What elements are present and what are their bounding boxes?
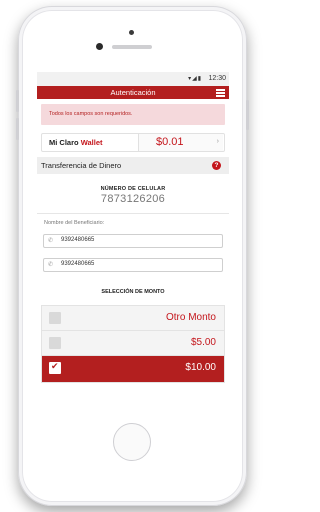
validation-alert: Todos los campos son requeridos. (41, 104, 225, 125)
checkbox[interactable] (49, 312, 61, 324)
amount-option-5[interactable]: $5.00 (42, 331, 224, 356)
header-title: Autenticación (110, 88, 156, 97)
amount-selection-label: SELECCIÓN DE MONTO (101, 289, 165, 295)
checkbox-checked[interactable] (49, 361, 61, 374)
amount-options: Otro Monto $5.00 $10.00 (41, 305, 225, 383)
amount-option-label: $10.00 (185, 362, 216, 373)
front-sensor (129, 30, 134, 35)
volume-down-button (16, 118, 19, 140)
phone-number-label: NÚMERO DE CELULAR (100, 186, 166, 192)
beneficiary-phone-value: 9392480665 (61, 237, 95, 243)
home-button[interactable] (113, 423, 151, 461)
wallet-label-prefix: Mi Claro (49, 138, 79, 147)
phone-icon: ✆ (48, 238, 54, 244)
front-camera (96, 43, 103, 50)
status-icons: ▾◢▮ (188, 76, 202, 82)
status-time: 12:30 (208, 75, 226, 82)
checkbox[interactable] (49, 337, 61, 349)
app-screen: ▾◢▮ 12:30 Autenticación Todos los campos… (37, 72, 229, 422)
balance-amount: $0.01 (156, 136, 184, 148)
help-icon[interactable]: ? (212, 161, 221, 170)
phone-icon: ✆ (48, 262, 54, 268)
divider (37, 213, 229, 214)
amount-option-label: Otro Monto (165, 312, 216, 323)
beneficiary-phone-confirm-value: 9392480665 (61, 261, 95, 267)
wallet-label-brand: Wallet (80, 138, 103, 147)
wallet-balance-row[interactable]: Mi Claro Wallet $0.01 › (41, 133, 225, 152)
volume-up-button (16, 90, 19, 112)
wallet-label: Mi Claro Wallet (49, 138, 103, 147)
section-header: Transferencia de Dinero ? (37, 157, 229, 174)
hamburger-menu-icon[interactable] (216, 89, 225, 97)
beneficiary-label: Nombre del Beneficiario: (44, 220, 105, 226)
chevron-right-icon: › (216, 138, 219, 145)
section-title: Transferencia de Dinero (41, 161, 122, 170)
phone-number-value: 7873126206 (100, 193, 166, 205)
earpiece-speaker (112, 45, 152, 49)
amount-option-label: $5.00 (190, 337, 216, 348)
amount-option-10[interactable]: $10.00 (42, 356, 224, 383)
app-header: Autenticación (37, 86, 229, 99)
amount-option-other[interactable]: Otro Monto (42, 306, 224, 331)
beneficiary-phone-confirm-field[interactable]: ✆ 9392480665 (43, 258, 223, 272)
balance-box: $0.01 › (138, 134, 223, 151)
beneficiary-phone-field[interactable]: ✆ 9392480665 (43, 234, 223, 248)
status-bar: ▾◢▮ 12:30 (37, 72, 229, 86)
power-button (246, 100, 249, 130)
